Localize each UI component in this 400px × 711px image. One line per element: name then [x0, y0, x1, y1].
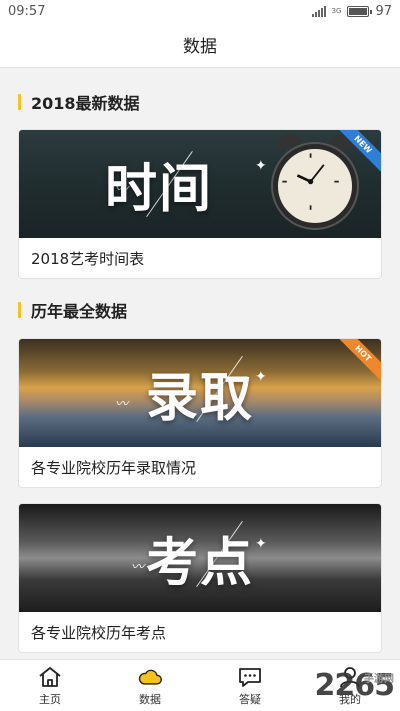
banner-image: 〰 录取 ✦ HOT [19, 339, 381, 447]
sparkle-icon: ✦ [255, 536, 267, 552]
network-type: 3G [331, 7, 342, 15]
signal-icon [311, 5, 326, 17]
nav-bar: 数据 [0, 22, 400, 68]
section-title-history: 历年最全数据 [18, 298, 127, 322]
banner-image: 〰 时间 ✦ NEW [19, 130, 381, 238]
sparkle-icon: ✦ [255, 369, 267, 385]
sparkle-icon: ✦ [255, 158, 267, 174]
page-title: 数据 [183, 37, 217, 57]
section-accent-bar [18, 94, 21, 110]
home-icon [39, 666, 61, 687]
card-schedule[interactable]: 〰 时间 ✦ NEW 2018艺考时间表 [18, 129, 382, 279]
status-bar: 09:57 3G 97 [0, 0, 400, 22]
tab-qa[interactable]: 答疑 [200, 660, 300, 711]
section-title-latest: 2018最新数据 [18, 90, 140, 114]
card-admission[interactable]: 〰 录取 ✦ HOT 各专业院校历年录取情况 [18, 338, 382, 488]
battery-level: 97 [375, 3, 392, 19]
banner-title: 录取 [145, 367, 255, 429]
tab-data[interactable]: 数据 [100, 660, 200, 711]
battery-icon [347, 5, 373, 17]
card-caption: 各专业院校历年考点 [31, 623, 167, 642]
watermark-logo: 2265 手游网 [314, 668, 395, 703]
card-exam-sites[interactable]: 〰 考点 ✦ 各专业院校历年考点 [18, 503, 382, 653]
badge-hot: HOT [330, 339, 381, 387]
alarm-clock-icon [273, 144, 357, 228]
card-caption: 2018艺考时间表 [31, 249, 145, 268]
squiggle-icon: 〰 [115, 397, 129, 412]
cloud-icon [138, 669, 162, 685]
card-caption: 各专业院校历年录取情况 [31, 458, 197, 477]
squiggle-icon: 〰 [131, 560, 145, 575]
status-indicators: 3G 97 [311, 3, 392, 19]
banner-image: 〰 考点 ✦ [19, 504, 381, 612]
banner-title: 时间 [104, 158, 214, 220]
chat-icon [239, 667, 261, 687]
section-accent-bar [18, 302, 21, 318]
tab-home[interactable]: 主页 [0, 660, 100, 711]
tab-bar: 主页 数据 答疑 我的 2265 手游网 [0, 659, 400, 711]
banner-title: 考点 [145, 532, 255, 594]
status-time: 09:57 [8, 3, 46, 19]
content-scroll[interactable]: 2018最新数据 〰 时间 ✦ NEW 2018艺考时间表 历年最全数据 〰 录… [0, 69, 400, 659]
